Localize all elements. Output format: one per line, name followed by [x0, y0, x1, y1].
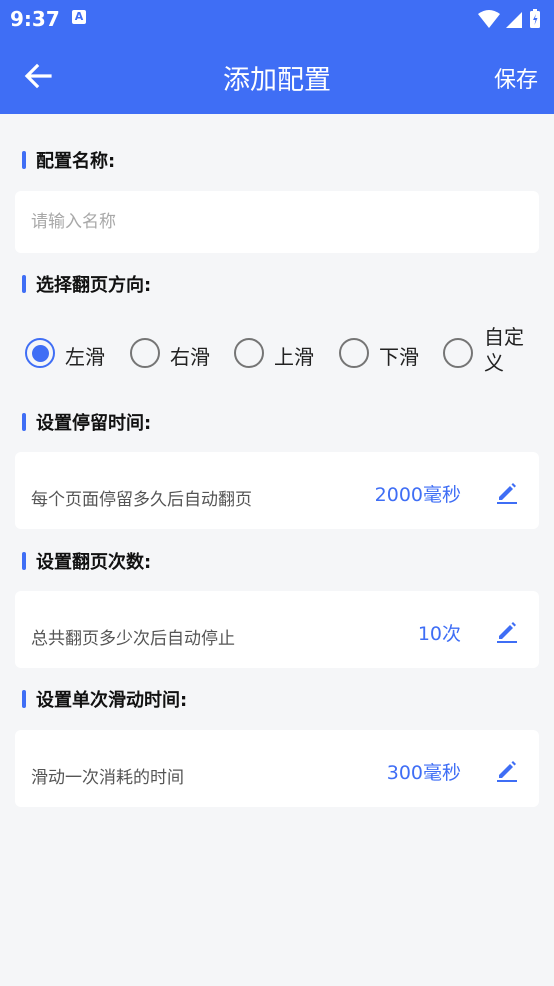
edit-swipe-time-button[interactable] — [495, 758, 519, 782]
page-title: 添加配置 — [223, 65, 331, 96]
app-bar: 添加配置 保存 — [0, 38, 554, 114]
section-accent-bar — [22, 151, 26, 169]
notification-icon: A — [72, 10, 86, 24]
radio-left-swipe[interactable]: 左滑 — [25, 338, 117, 372]
section-accent-bar — [22, 552, 26, 570]
edit-page-count-button[interactable] — [495, 619, 519, 643]
config-name-input[interactable] — [15, 191, 539, 253]
battery-icon — [530, 9, 540, 28]
stay-time-description: 每个页面停留多久后自动翻页 — [31, 490, 252, 510]
status-icons — [476, 8, 546, 34]
wifi-icon — [478, 10, 500, 28]
swipe-time-card[interactable]: 滑动一次消耗的时间 300毫秒 — [15, 730, 539, 807]
radio-circle — [130, 338, 160, 368]
section-title-stay-time: 设置停留时间: — [22, 409, 151, 435]
stay-time-value: 2000毫秒 — [374, 484, 461, 506]
pencil-icon — [497, 622, 517, 643]
radio-circle — [443, 338, 473, 368]
radio-right-swipe[interactable]: 右滑 — [130, 338, 222, 372]
section-title-page-count: 设置翻页次数: — [22, 548, 151, 574]
page-count-card[interactable]: 总共翻页多少次后自动停止 10次 — [15, 591, 539, 668]
radio-custom[interactable]: 自定义 — [443, 325, 533, 388]
signal-icon — [506, 12, 522, 28]
page-count-description: 总共翻页多少次后自动停止 — [31, 629, 235, 649]
radio-circle — [234, 338, 264, 368]
swipe-time-value: 300毫秒 — [386, 762, 461, 784]
section-title-direction: 选择翻页方向: — [22, 271, 151, 297]
status-time: 9:37 — [10, 7, 60, 31]
swipe-time-description: 滑动一次消耗的时间 — [31, 768, 184, 788]
section-title-swipe-time: 设置单次滑动时间: — [22, 686, 187, 712]
pencil-icon — [497, 483, 517, 504]
section-accent-bar — [22, 413, 26, 431]
section-title-config-name: 配置名称: — [22, 147, 115, 173]
config-name-card — [15, 191, 539, 253]
pencil-icon — [497, 761, 517, 782]
status-bar: 9:37 A — [0, 0, 554, 38]
section-accent-bar — [22, 275, 26, 293]
radio-down-swipe[interactable]: 下滑 — [339, 338, 431, 372]
section-accent-bar — [22, 690, 26, 708]
radio-circle — [339, 338, 369, 368]
save-button[interactable]: 保存 — [494, 62, 538, 94]
stay-time-card[interactable]: 每个页面停留多久后自动翻页 2000毫秒 — [15, 452, 539, 529]
edit-stay-time-button[interactable] — [495, 480, 519, 504]
radio-up-swipe[interactable]: 上滑 — [234, 338, 326, 372]
page-count-value: 10次 — [417, 623, 461, 645]
radio-dot — [32, 345, 49, 362]
